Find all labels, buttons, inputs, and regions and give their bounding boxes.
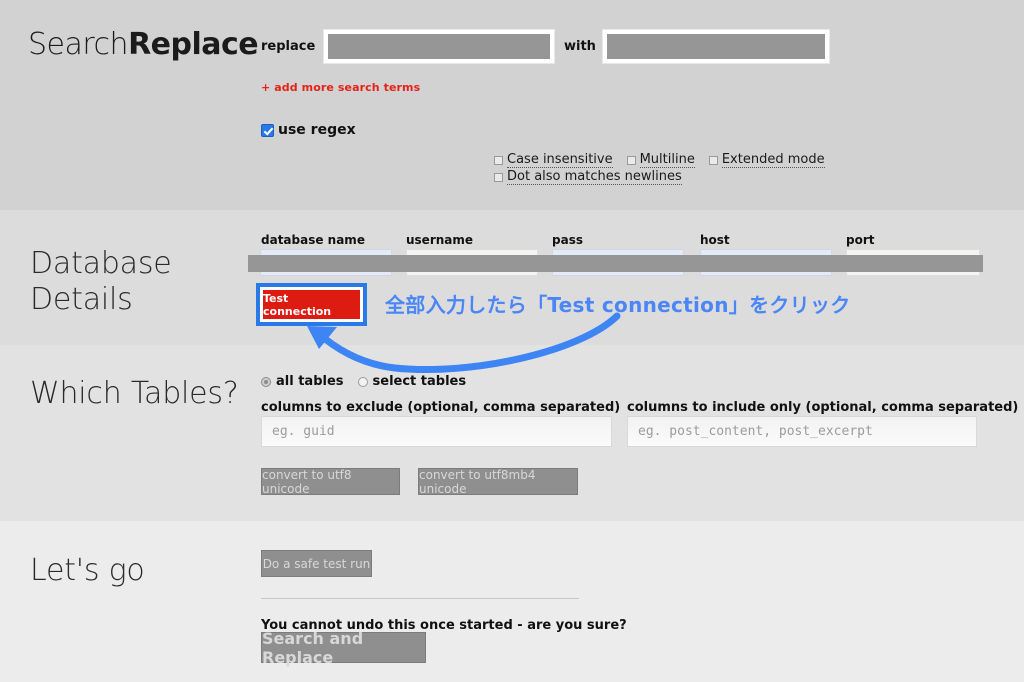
replace-input-redaction [607,34,825,59]
regex-options-group: Case insensitive Multiline Extended mode… [494,152,825,186]
select-tables-label: select tables [372,374,467,389]
dot-matches-newlines-checkbox[interactable] [494,172,503,182]
columns-to-include-label: columns to include only (optional, comma… [627,400,1019,415]
which-tables-radio-group: all tables select tables [261,374,466,389]
search-and-replace-button[interactable]: Search and Replace [261,629,426,667]
multiline-label: Multiline [639,152,695,168]
radio-select-tables[interactable]: select tables [357,374,467,389]
use-regex-row[interactable]: use regex [261,122,356,138]
with-field-label: with [564,39,596,54]
columns-to-include-input[interactable] [627,416,977,447]
regex-option-dot-matches-newlines[interactable]: Dot also matches newlines [494,169,682,185]
database-name-label: database name [261,233,365,247]
app-logo: SearchReplace [28,27,259,63]
convert-to-utf8-button[interactable]: convert to utf8 unicode [261,468,400,496]
test-connection-button[interactable]: Test connection [263,290,360,319]
dot-matches-newlines-label: Dot also matches newlines [507,169,682,185]
regex-option-multiline[interactable]: Multiline [626,152,695,168]
all-tables-radio[interactable] [261,376,271,387]
search-replace-page: SearchReplace replace with + add more se… [0,0,1024,682]
go-section-divider [261,598,579,599]
annotation-text: 全部入力したら「Test connection」をクリック [385,293,851,317]
username-label: username [406,233,474,247]
case-insensitive-label: Case insensitive [507,152,613,168]
search-input-redaction [328,34,550,59]
columns-to-exclude-label: columns to exclude (optional, comma sepa… [261,400,621,415]
host-label: host [700,233,730,247]
replace-input[interactable] [602,29,830,64]
search-input[interactable] [323,29,555,64]
select-tables-radio[interactable] [357,376,368,387]
replace-field-label: replace [261,39,316,54]
regex-options-row-1: Case insensitive Multiline Extended mode [494,152,825,169]
pass-label: pass [552,233,583,247]
use-regex-checkbox[interactable] [261,123,274,137]
regex-option-case-insensitive[interactable]: Case insensitive [494,152,613,168]
tables-section-title: Which Tables? [30,376,239,411]
extended-mode-checkbox[interactable] [708,155,718,165]
convert-to-utf8mb4-button[interactable]: convert to utf8mb4 unicode [418,468,578,496]
regex-options-row-2: Dot also matches newlines [494,169,825,186]
regex-option-extended-mode[interactable]: Extended mode [708,152,825,168]
multiline-checkbox[interactable] [626,155,636,165]
all-tables-label: all tables [276,374,344,389]
radio-all-tables[interactable]: all tables [261,374,344,389]
case-insensitive-checkbox[interactable] [494,155,503,165]
database-section-title: Database Details [30,246,172,317]
columns-to-exclude-input[interactable] [261,416,612,447]
extended-mode-label: Extended mode [721,152,825,168]
port-label: port [846,233,875,247]
add-more-search-terms-link[interactable]: + add more search terms [261,81,420,94]
go-section-title: Let's go [30,553,145,588]
logo-search-text: Search [28,27,129,62]
database-fields-redaction [248,255,983,272]
use-regex-label: use regex [278,122,356,138]
go-section-band [0,521,1024,682]
logo-replace-text: Replace [128,27,259,62]
safe-test-run-button[interactable]: Do a safe test run [261,550,372,577]
